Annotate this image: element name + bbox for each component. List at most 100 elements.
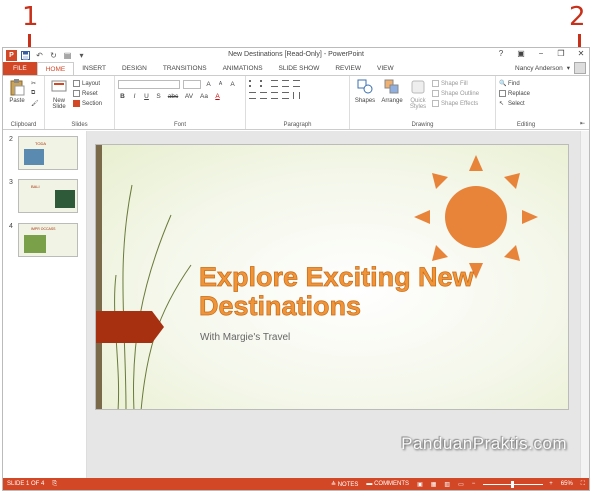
change-case-button[interactable]: Aa xyxy=(198,93,210,101)
vertical-scrollbar[interactable] xyxy=(580,131,589,478)
grow-font-icon[interactable]: A xyxy=(204,81,213,89)
powerpoint-window: P ↶ ↻ ▤ ▾ New Destinations [Read-Only] -… xyxy=(2,47,590,491)
copy-icon[interactable]: ⧉ xyxy=(31,90,38,97)
restore-icon[interactable]: ❐ xyxy=(555,49,567,58)
zoom-slider-thumb[interactable] xyxy=(511,480,515,488)
paragraph-group-label: Paragraph xyxy=(283,122,312,128)
save-icon[interactable] xyxy=(20,50,31,61)
thumbnail-slide-4[interactable]: 4 IMPR OCCASS xyxy=(9,223,78,257)
replace-button[interactable]: Replace xyxy=(499,90,530,97)
increase-indent-icon[interactable] xyxy=(282,80,289,87)
customize-qat-icon[interactable]: ▾ xyxy=(76,50,87,61)
slide-show-icon[interactable]: ▭ xyxy=(458,481,464,488)
user-account[interactable]: Nancy Anderson ▾ xyxy=(515,62,586,74)
slide-title[interactable]: Explore Exciting New Destinations xyxy=(199,262,474,321)
replace-icon xyxy=(499,90,506,97)
help-icon[interactable]: ? xyxy=(495,49,507,58)
italic-button[interactable]: I xyxy=(130,93,139,101)
reading-view-icon[interactable]: ▥ xyxy=(444,481,450,488)
tab-home[interactable]: HOME xyxy=(36,62,75,75)
tab-insert[interactable]: INSERT xyxy=(74,62,114,75)
justify-icon[interactable] xyxy=(282,92,289,99)
tab-transitions[interactable]: TRANSITIONS xyxy=(155,62,215,75)
comments-button[interactable]: ▬ COMMENTS xyxy=(366,481,409,487)
tab-file[interactable]: FILE xyxy=(3,62,37,75)
select-button[interactable]: ↖ Select xyxy=(499,100,530,108)
paste-button[interactable]: Paste xyxy=(6,78,28,127)
slide-thumbnail-pane[interactable]: 2 TODA 3 BALI 4 IMPR OCCASS xyxy=(3,131,87,478)
bold-button[interactable]: B xyxy=(118,93,127,101)
decrease-indent-icon[interactable] xyxy=(271,80,278,87)
tab-review[interactable]: REVIEW xyxy=(327,62,369,75)
tab-design[interactable]: DESIGN xyxy=(114,62,155,75)
fit-to-window-icon[interactable]: ⛶ xyxy=(581,481,585,488)
powerpoint-app-icon[interactable]: P xyxy=(6,49,17,61)
thumbnail-slide-2[interactable]: 2 TODA xyxy=(9,136,78,170)
drawing-group-label: Drawing xyxy=(411,122,434,128)
callout-line-2 xyxy=(578,34,581,48)
layout-button[interactable]: Layout xyxy=(73,80,102,87)
shapes-icon xyxy=(357,79,373,94)
columns-icon[interactable] xyxy=(293,92,300,99)
line-spacing-icon[interactable] xyxy=(293,80,300,87)
spell-check-icon[interactable]: ⎘ xyxy=(52,481,57,488)
comments-icon: ▬ xyxy=(366,481,375,487)
ribbon-display-options-icon[interactable]: ▣ xyxy=(515,49,527,58)
slide-subtitle[interactable]: With Margie's Travel xyxy=(200,332,290,343)
shape-outline-button[interactable]: Shape Outline xyxy=(432,90,479,97)
tab-view[interactable]: VIEW xyxy=(369,62,402,75)
collapse-ribbon-icon[interactable]: ⇤ xyxy=(580,120,585,127)
shape-effects-button[interactable]: Shape Effects xyxy=(432,100,479,107)
thumbnail-slide-3[interactable]: 3 BALI xyxy=(9,179,78,213)
arrange-button[interactable]: Arrange xyxy=(380,78,404,127)
replace-label: Replace xyxy=(508,90,531,97)
slide-count-status[interactable]: SLIDE 1 OF 4 xyxy=(7,481,44,487)
character-spacing-button[interactable]: AV xyxy=(183,93,195,101)
quick-styles-button[interactable]: Quick Styles xyxy=(407,78,429,127)
start-from-beginning-icon[interactable]: ▤ xyxy=(62,50,73,61)
align-right-icon[interactable] xyxy=(271,92,278,99)
find-button[interactable]: 🔍 Find xyxy=(499,80,530,88)
clear-formatting-icon[interactable]: A xyxy=(228,81,237,89)
zoom-in-icon[interactable]: + xyxy=(549,481,553,487)
zoom-slider[interactable] xyxy=(483,480,544,488)
reset-button[interactable]: Reset xyxy=(73,90,102,97)
shape-fill-label: Shape Fill xyxy=(441,80,468,87)
zoom-level[interactable]: 65% xyxy=(561,481,573,487)
current-slide[interactable]: Explore Exciting New Destinations With M… xyxy=(95,144,569,410)
slide-sorter-icon[interactable]: ▦ xyxy=(431,481,437,488)
center-icon[interactable] xyxy=(260,92,267,99)
numbering-icon[interactable] xyxy=(260,80,267,87)
paste-icon xyxy=(10,79,25,96)
zoom-out-icon[interactable]: − xyxy=(472,481,476,487)
thumbnail-number: 4 xyxy=(9,223,13,230)
notes-button[interactable]: ≜ NOTES xyxy=(331,481,358,488)
shape-fill-button[interactable]: Shape Fill xyxy=(432,80,479,87)
layout-icon xyxy=(73,80,80,87)
normal-view-icon[interactable]: ▣ xyxy=(417,481,423,488)
redo-icon[interactable]: ↻ xyxy=(48,50,59,61)
cut-icon[interactable]: ✂ xyxy=(31,80,38,87)
notes-icon: ≜ xyxy=(331,481,338,488)
user-dropdown-icon[interactable]: ▾ xyxy=(567,64,570,72)
text-shadow-button[interactable]: S xyxy=(154,93,163,101)
strikethrough-button[interactable]: abc xyxy=(166,93,180,101)
new-slide-button[interactable]: New Slide xyxy=(48,78,70,127)
bullets-icon[interactable] xyxy=(249,80,256,87)
tab-animations[interactable]: ANIMATIONS xyxy=(215,62,271,75)
font-name-combo[interactable] xyxy=(118,80,180,89)
shapes-button[interactable]: Shapes xyxy=(353,78,377,127)
underline-button[interactable]: U xyxy=(142,93,151,101)
shrink-font-icon[interactable]: A xyxy=(216,81,225,89)
align-left-icon[interactable] xyxy=(249,92,256,99)
section-button[interactable]: Section xyxy=(73,100,102,107)
tab-slide-show[interactable]: SLIDE SHOW xyxy=(271,62,328,75)
font-size-combo[interactable] xyxy=(183,80,201,89)
close-icon[interactable]: ✕ xyxy=(575,49,587,58)
slide-editing-area[interactable]: Explore Exciting New Destinations With M… xyxy=(87,131,589,478)
minimize-icon[interactable]: − xyxy=(535,49,547,58)
undo-icon[interactable]: ↶ xyxy=(34,50,45,61)
format-painter-icon[interactable]: 🖌 xyxy=(31,100,39,107)
font-color-button[interactable]: A xyxy=(213,93,222,101)
avatar[interactable] xyxy=(574,62,586,74)
